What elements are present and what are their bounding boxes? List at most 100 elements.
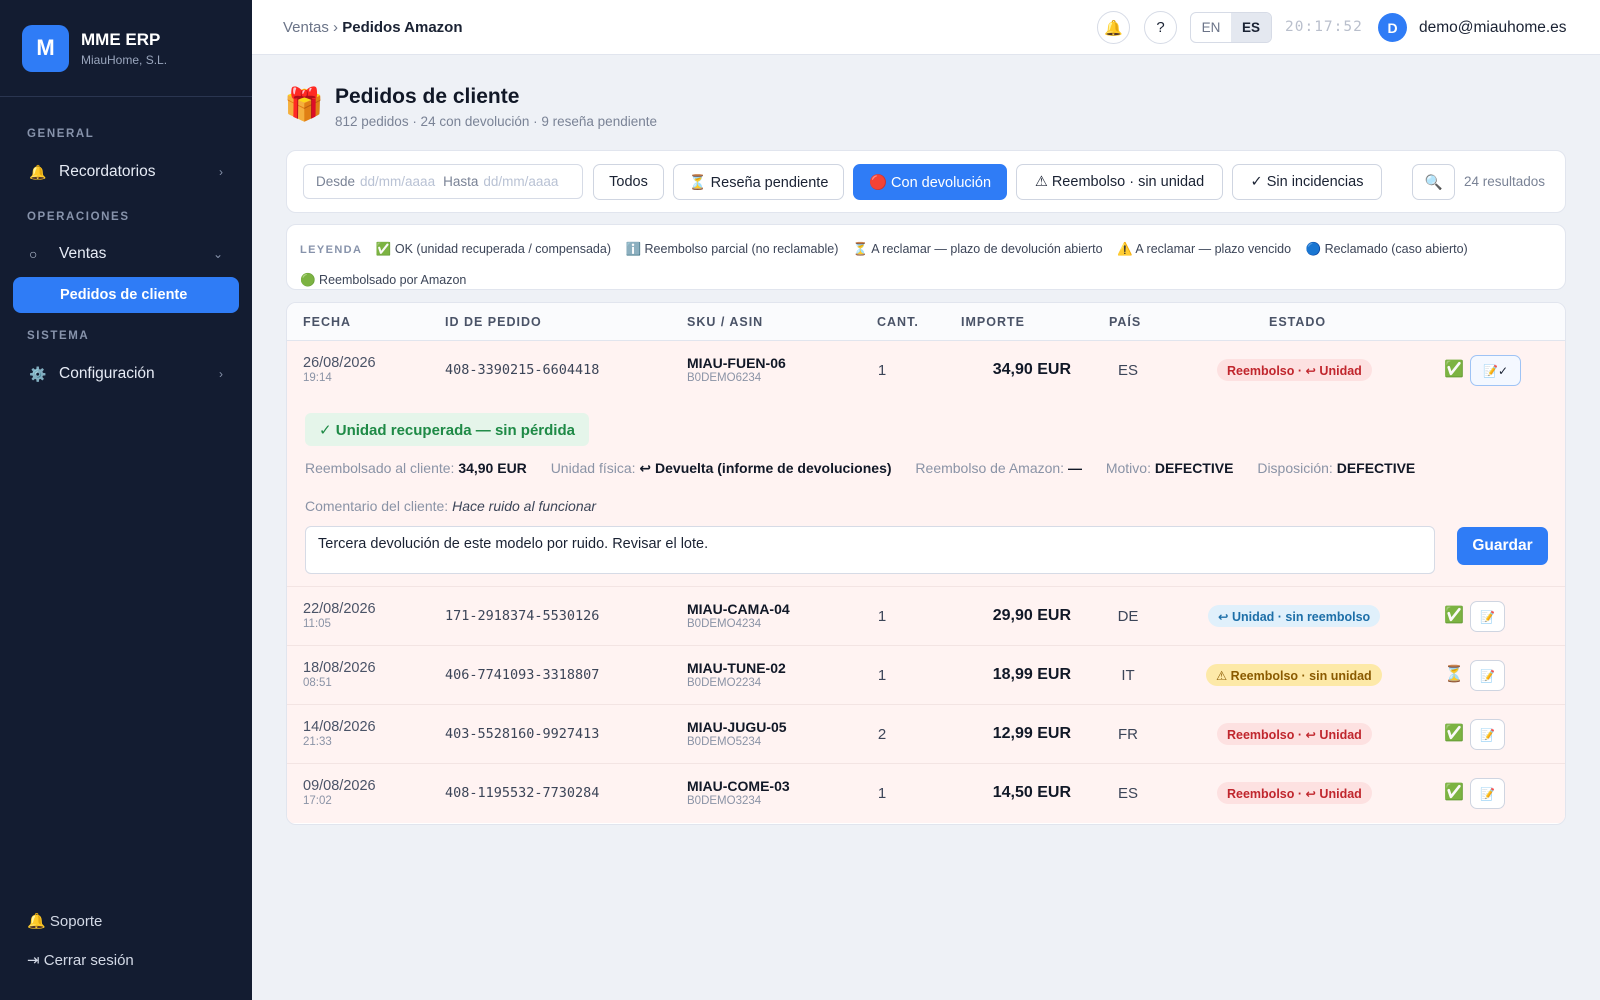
- legend: LEYENDA ✅ OK (unidad recuperada / compen…: [286, 224, 1566, 290]
- customer-comment: Comentario del cliente: Hace ruido al fu…: [305, 498, 596, 514]
- help-button[interactable]: ?: [1144, 11, 1177, 44]
- sku: MIAU-COME-03: [687, 778, 790, 794]
- asin: B0DEMO3234: [687, 795, 762, 807]
- quantity: 1: [877, 362, 887, 379]
- sidebar-item-configuracion[interactable]: ⚙️ Configuración ›: [13, 356, 239, 392]
- sku: MIAU-TUNE-02: [687, 660, 786, 676]
- filter-con-devolucion-button[interactable]: 🔴 Con devolución: [853, 164, 1007, 200]
- unit-label: Unidad física:: [550, 460, 636, 476]
- sidebar-item-ventas[interactable]: ○ Ventas ⌄: [13, 236, 239, 272]
- legend-item-partial: ℹ️ Reembolso parcial (no reclamable): [625, 242, 839, 256]
- amount: 29,90 EUR: [992, 607, 1071, 624]
- to-date-field[interactable]: dd/mm/aaaa: [483, 174, 558, 189]
- edit-note-button[interactable]: 📝: [1470, 778, 1505, 809]
- breadcrumb-parent[interactable]: Ventas: [283, 19, 329, 36]
- country: FR: [1118, 726, 1138, 743]
- chevron-right-icon: ›: [219, 165, 223, 179]
- quantity: 1: [877, 667, 887, 684]
- table-row[interactable]: 18/08/2026 08:51 406-7741093-3318807 MIAU…: [287, 646, 1565, 705]
- edit-note-button[interactable]: 📝: [1470, 660, 1505, 691]
- asin: B0DEMO4234: [687, 618, 762, 630]
- country: ES: [1117, 362, 1138, 379]
- sidebar-item-label: Recordatorios: [59, 163, 156, 180]
- support-link[interactable]: 🔔 Soporte: [27, 912, 102, 930]
- edit-note-button[interactable]: 📝✓: [1470, 355, 1521, 386]
- order-time: 08:51: [303, 677, 332, 689]
- avatar[interactable]: D: [1378, 13, 1407, 42]
- sku: MIAU-JUGU-05: [687, 719, 787, 735]
- filter-reembolso-sin-unidad-button[interactable]: ⚠ Reembolso · sin unidad: [1016, 164, 1223, 200]
- status-badge: Reembolso · ↩ Unidad: [1217, 782, 1372, 804]
- user-email[interactable]: demo@miauhome.es: [1419, 19, 1567, 37]
- country: IT: [1121, 667, 1135, 684]
- logout-link[interactable]: ⇥ Cerrar sesión: [27, 951, 134, 969]
- amazon-refund-label: Reembolso de Amazon:: [915, 460, 1065, 476]
- table-row[interactable]: 22/08/2026 11:05 171-2918374-5530126 MIAU…: [287, 587, 1565, 646]
- order-date: 22/08/2026: [303, 601, 376, 617]
- check-icon: ✅: [1444, 607, 1464, 624]
- check-icon: ✅: [1444, 784, 1464, 801]
- filter-resena-pendiente-button[interactable]: ⏳ Reseña pendiente: [673, 164, 844, 200]
- from-date-field[interactable]: dd/mm/aaaa: [360, 174, 435, 189]
- hourglass-icon: ⏳: [1444, 666, 1464, 683]
- lang-en-button[interactable]: EN: [1191, 13, 1231, 42]
- filter-todos-button[interactable]: Todos: [593, 164, 664, 200]
- to-label: Hasta: [443, 174, 479, 189]
- col-importe[interactable]: IMPORTE: [961, 315, 1025, 329]
- col-cant[interactable]: CANT.: [877, 315, 919, 329]
- internal-note-field[interactable]: Tercera devolución de este modelo por ru…: [305, 526, 1435, 574]
- order-time: 17:02: [303, 795, 332, 807]
- order-id: 406-7741093-3318807: [445, 667, 600, 683]
- page-title: Pedidos de cliente: [335, 85, 520, 108]
- unit-value: ↩ Devuelta (informe de devoluciones): [639, 460, 892, 476]
- order-date: 26/08/2026: [303, 355, 376, 371]
- table-row[interactable]: 26/08/2026 19:14 408-3390215-6604418 MIAU…: [287, 341, 1565, 587]
- section-general: GENERAL: [27, 128, 95, 140]
- country: DE: [1117, 608, 1139, 625]
- legend-item-ok: ✅ OK (unidad recuperada / compensada): [375, 242, 611, 256]
- order-id: 408-1195532-7730284: [445, 785, 600, 801]
- amount: 18,99 EUR: [992, 666, 1071, 683]
- filter-sin-incidencias-button[interactable]: ✓ Sin incidencias: [1232, 164, 1382, 200]
- edit-note-button[interactable]: 📝: [1470, 601, 1505, 632]
- col-estado[interactable]: ESTADO: [1269, 315, 1326, 329]
- date-range-input[interactable]: Desde dd/mm/aaaa Hasta dd/mm/aaaa: [303, 164, 583, 199]
- order-id: 403-5528160-9927413: [445, 726, 600, 742]
- from-label: Desde: [316, 174, 356, 189]
- lang-es-button[interactable]: ES: [1231, 13, 1271, 42]
- order-time: 19:14: [303, 372, 332, 384]
- col-id-pedido[interactable]: ID DE PEDIDO: [445, 315, 542, 329]
- brand-logo[interactable]: M: [22, 24, 69, 72]
- table-row[interactable]: 14/08/2026 21:33 403-5528160-9927413 MIAU…: [287, 705, 1565, 764]
- amount: 34,90 EUR: [992, 361, 1071, 378]
- brand: M MME ERP MiauHome, S.L.: [0, 0, 252, 97]
- company-name: MiauHome, S.L.: [81, 52, 168, 67]
- recovered-banner: ✓ Unidad recuperada — sin pérdida: [305, 413, 589, 446]
- section-sistema: SISTEMA: [27, 330, 90, 342]
- notifications-button[interactable]: 🔔: [1097, 11, 1130, 44]
- table-row[interactable]: 09/08/2026 17:02 408-1195532-7730284 MIAU…: [287, 764, 1565, 823]
- sku: MIAU-FUEN-06: [687, 355, 786, 371]
- asin: B0DEMO2234: [687, 677, 762, 689]
- asin: B0DEMO6234: [687, 372, 762, 384]
- col-sku-asin[interactable]: SKU / ASIN: [687, 315, 763, 329]
- edit-note-button[interactable]: 📝: [1470, 719, 1505, 750]
- disposition-label: Disposición:: [1257, 460, 1333, 476]
- quantity: 2: [877, 726, 887, 743]
- col-fecha[interactable]: FECHA: [303, 315, 351, 329]
- sidebar-item-recordatorios[interactable]: 🔔 Recordatorios ›: [13, 154, 239, 190]
- sku: MIAU-CAMA-04: [687, 601, 790, 617]
- bell-icon: 🔔: [1104, 19, 1123, 37]
- sidebar-item-pedidos-de-cliente[interactable]: Pedidos de cliente: [13, 277, 239, 313]
- refund-details: Reembolsado al cliente: 34,90 EUR Unidad…: [305, 460, 1435, 477]
- col-pais[interactable]: PAÍS: [1109, 315, 1141, 329]
- refunded-label: Reembolsado al cliente:: [305, 460, 455, 476]
- save-button[interactable]: Guardar: [1457, 527, 1548, 565]
- disposition-value: DEFECTIVE: [1336, 460, 1416, 476]
- search-button[interactable]: 🔍: [1412, 164, 1455, 200]
- breadcrumb: Ventas › Pedidos Amazon: [283, 19, 463, 36]
- gear-icon: ⚙️: [29, 365, 47, 382]
- order-id: 171-2918374-5530126: [445, 608, 600, 624]
- amount: 12,99 EUR: [992, 725, 1071, 742]
- reason-label: Motivo:: [1105, 460, 1151, 476]
